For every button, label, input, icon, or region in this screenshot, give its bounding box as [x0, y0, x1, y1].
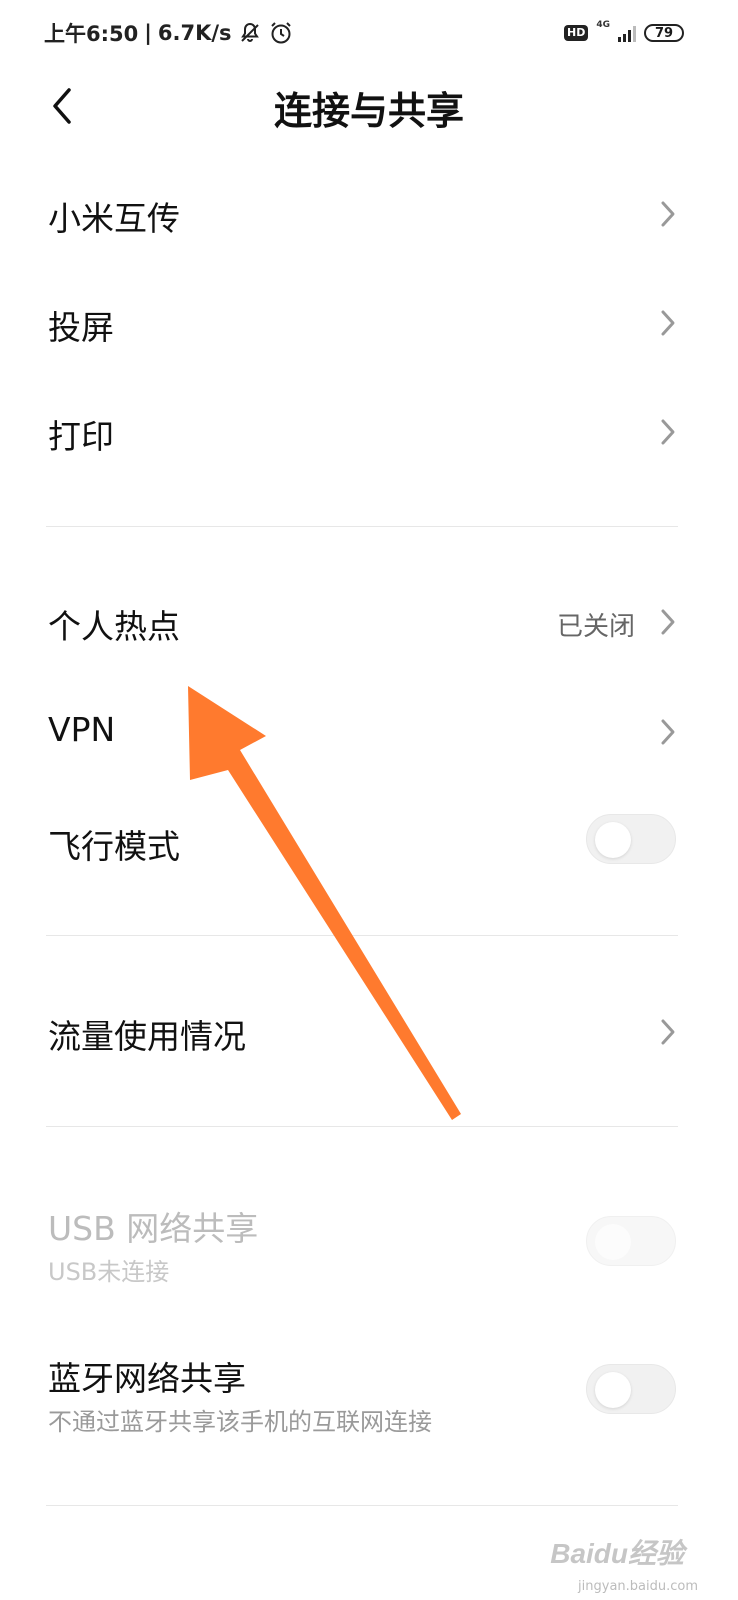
section-divider	[46, 1505, 678, 1506]
header: 连接与共享	[0, 66, 738, 146]
item-subtitle: 不通过蓝牙共享该手机的互联网连接	[48, 1408, 432, 1436]
settings-item-usb-tethering: USB 网络共享 USB未连接	[0, 1190, 738, 1300]
alarm-icon	[270, 22, 291, 44]
item-label: 投屏	[48, 308, 114, 347]
item-label: 飞行模式	[48, 827, 180, 866]
hd-badge: HD	[564, 25, 589, 41]
section-divider	[46, 935, 678, 936]
signal-icon	[618, 24, 636, 42]
usb-tethering-toggle	[586, 1216, 676, 1266]
status-left: 上午6:50 | 6.7K/s	[44, 18, 294, 48]
chevron-right-icon	[661, 419, 675, 445]
item-label: VPN	[48, 710, 116, 749]
toggle-knob	[595, 1372, 631, 1408]
section-divider	[46, 526, 678, 527]
item-label: USB 网络共享	[48, 1209, 259, 1248]
status-time: 上午6:50	[44, 22, 139, 46]
settings-item-bluetooth-tethering: 蓝牙网络共享 不通过蓝牙共享该手机的互联网连接	[0, 1340, 738, 1450]
settings-item-vpn[interactable]: VPN	[0, 678, 738, 786]
status-bar: 上午6:50 | 6.7K/s HD 4G 79	[0, 0, 738, 66]
toggle-knob	[595, 1224, 631, 1260]
chevron-right-icon	[661, 310, 675, 336]
network-type: 4G	[596, 20, 610, 30]
item-label: 打印	[48, 417, 114, 456]
toggle-knob	[595, 822, 631, 858]
item-subtitle: USB未连接	[48, 1258, 170, 1286]
mute-icon	[240, 22, 259, 42]
watermark-logo: Baidu经验	[550, 1538, 684, 1569]
watermark-url: jingyan.baidu.com	[578, 1579, 698, 1594]
settings-item-mi-transfer[interactable]: 小米互传	[0, 160, 738, 268]
status-separator: |	[144, 21, 152, 45]
settings-item-print[interactable]: 打印	[0, 378, 738, 486]
status-right: HD 4G 79	[564, 18, 684, 48]
item-label: 蓝牙网络共享	[48, 1359, 246, 1398]
item-label: 小米互传	[48, 199, 180, 238]
battery-indicator: 79	[644, 24, 684, 42]
settings-item-hotspot[interactable]: 个人热点 已关闭	[0, 568, 738, 676]
chevron-right-icon	[661, 1019, 675, 1045]
settings-item-cast[interactable]: 投屏	[0, 269, 738, 377]
hotspot-status: 已关闭	[556, 612, 635, 642]
chevron-right-icon	[661, 609, 675, 635]
status-speed: 6.7K/s	[157, 21, 232, 45]
airplane-mode-toggle[interactable]	[586, 814, 676, 864]
chevron-right-icon	[661, 201, 675, 227]
chevron-right-icon	[661, 719, 675, 745]
page-title: 连接与共享	[273, 89, 464, 133]
item-label: 流量使用情况	[48, 1017, 246, 1056]
settings-item-airplane-mode: 飞行模式	[0, 788, 738, 896]
settings-item-data-usage[interactable]: 流量使用情况	[0, 978, 738, 1086]
item-label: 个人热点	[48, 607, 180, 646]
bluetooth-tethering-toggle[interactable]	[586, 1364, 676, 1414]
section-divider	[46, 1126, 678, 1127]
